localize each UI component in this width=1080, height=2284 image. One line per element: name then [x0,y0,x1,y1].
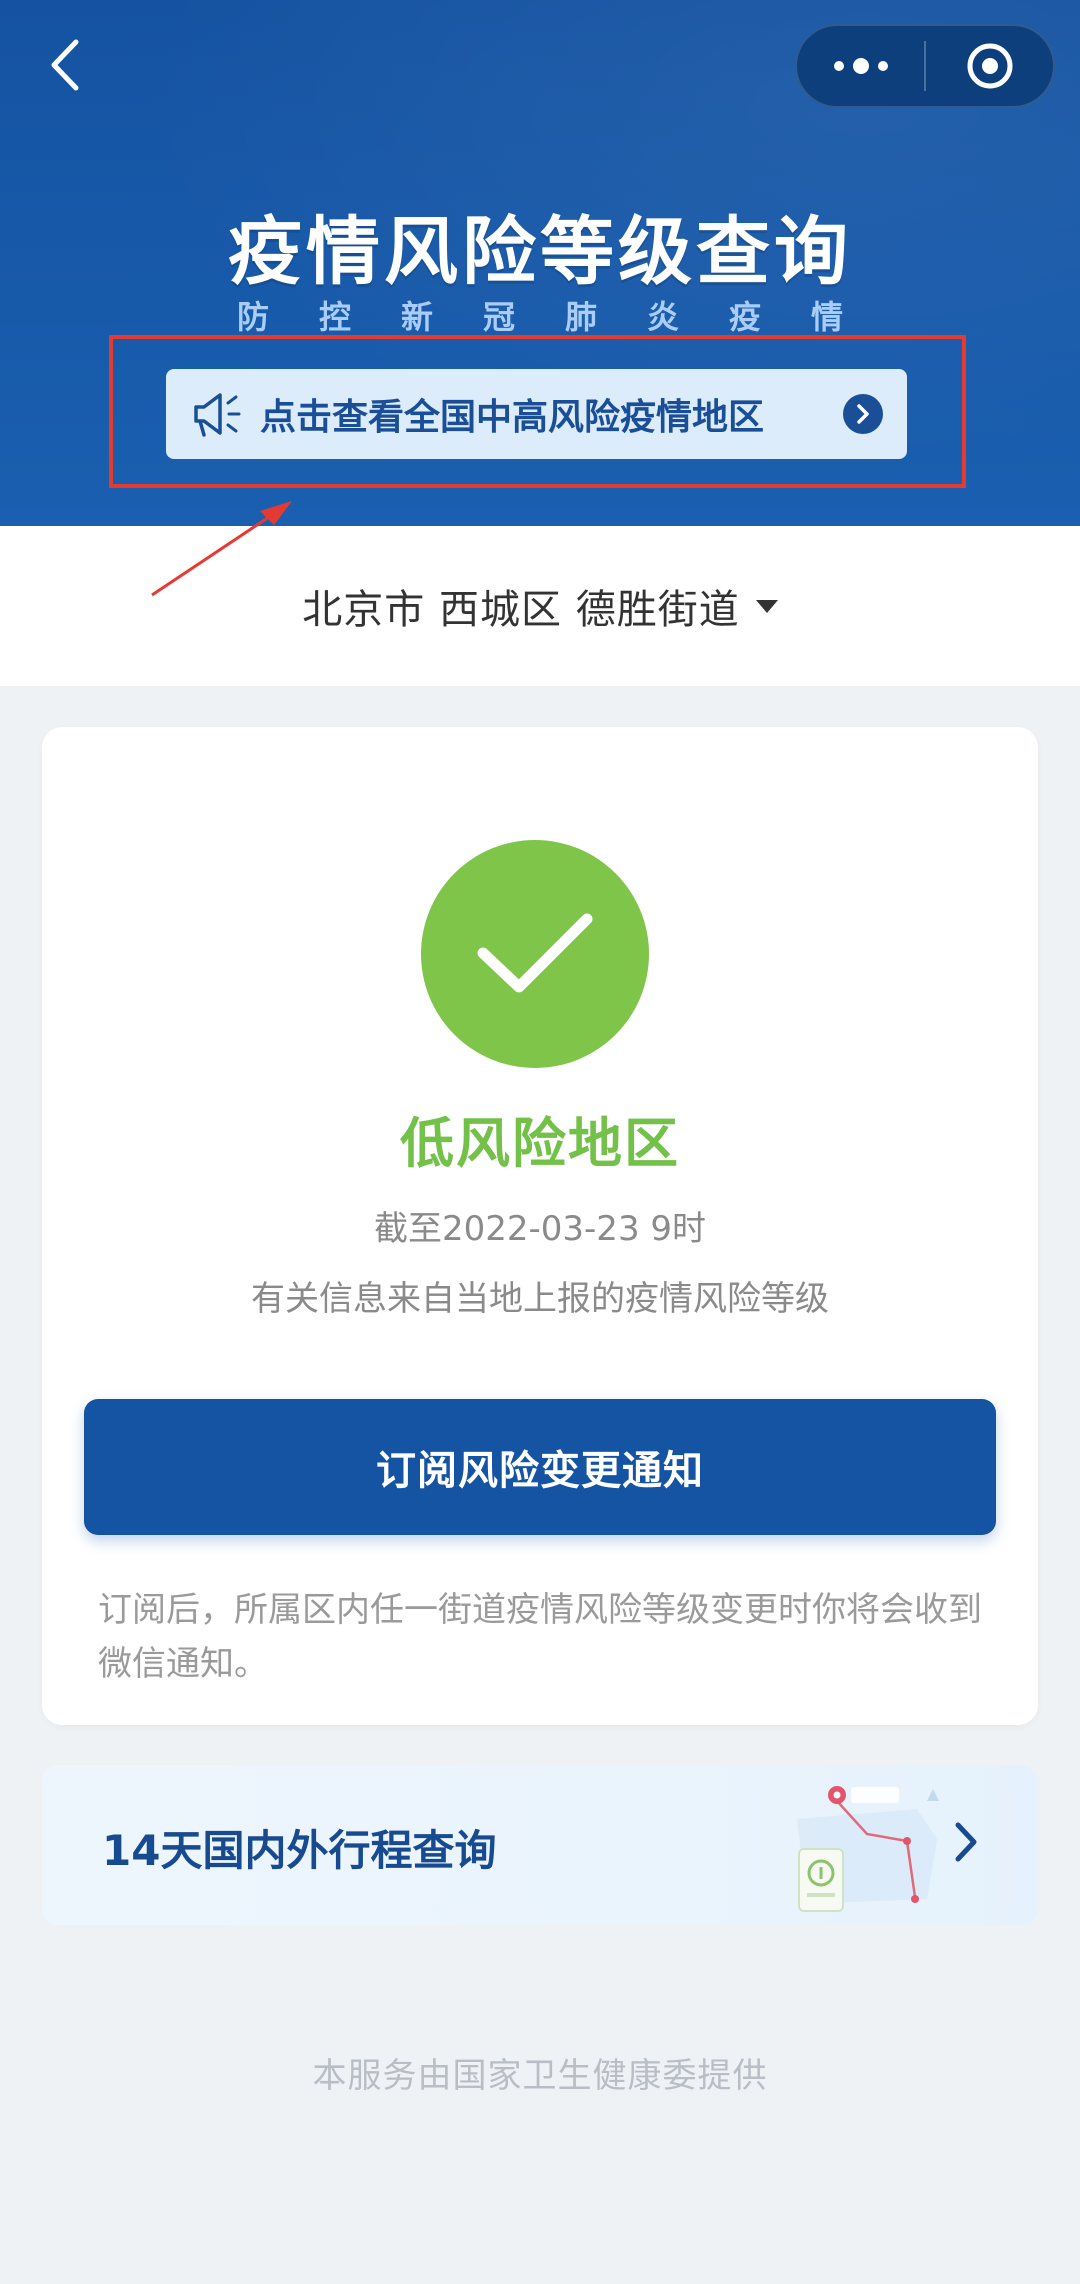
footer-provider-text: 本服务由国家卫生健康委提供 [312,2056,768,2096]
trip-query-label: 14天国内外行程查询 [102,1826,497,1875]
location-text: 北京市 西城区 德胜街道 [302,587,740,633]
close-miniprogram-icon [967,43,1012,89]
back-button[interactable] [30,30,100,100]
info-source-text: 有关信息来自当地上报的疫情风险等级 [251,1279,829,1319]
close-miniprogram-button[interactable] [926,26,1053,106]
risk-level-text: 低风险地区 [400,1112,680,1175]
low-risk-status-circle [421,840,649,1068]
more-button[interactable] [797,26,924,106]
trip-query-card[interactable]: 14天国内外行程查询 [42,1765,1038,1925]
dropdown-caret-icon [755,599,778,613]
page-subtitle: 防控新冠肺炎疫情 [236,298,893,336]
page-title: 疫情风险等级查询 [228,209,852,295]
updated-time-text: 截至2022-03-23 9时 [373,1209,707,1249]
back-icon [51,39,79,91]
checkmark-icon [477,913,593,993]
risk-card: 低风险地区 截至2022-03-23 9时 有关信息来自当地上报的疫情风险等级 … [42,727,1038,1725]
more-icon [833,58,888,74]
map-route-illustration [797,1786,939,1912]
miniprogram-capsule [795,24,1055,108]
chevron-right-icon [955,1822,977,1862]
annotation-arrow [151,501,292,597]
annotation-highlight-box [109,335,966,488]
subscribe-note: 订阅后，所属区内任一街道疫情风险等级变更时你将会收到微信通知。 [98,1590,982,1684]
subscribe-button[interactable]: 订阅风险变更通知 [84,1399,996,1535]
